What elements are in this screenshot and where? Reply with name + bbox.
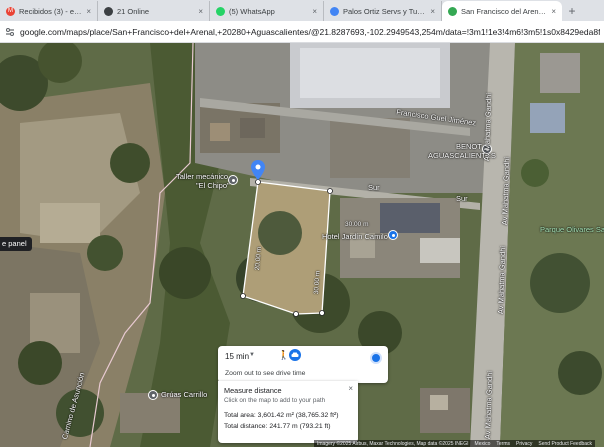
tab-title: 21 Online: [117, 6, 150, 16]
tab-whatsapp[interactable]: (5) WhatsApp ×: [210, 1, 324, 21]
map-view[interactable]: Taller mecánico "El Chipo" Francisco Gue…: [0, 43, 604, 447]
tab-maps[interactable]: San Francisco del Arenal - Goo ×: [442, 1, 562, 21]
tab-title: San Francisco del Arenal - Goo: [461, 6, 547, 16]
privacy-link[interactable]: Privacy: [516, 441, 532, 447]
drive-time[interactable]: 15 min: [225, 352, 249, 361]
map-pin-icon[interactable]: [251, 160, 265, 180]
drive-time-card: 15 min ▼ 🚶 Zoom out to see drive time: [218, 346, 388, 383]
side-panel-toggle[interactable]: e panel: [0, 237, 32, 251]
mail-icon: M: [6, 6, 15, 16]
walk-icon[interactable]: 🚶: [278, 350, 289, 361]
tab-title: (5) WhatsApp: [229, 6, 275, 16]
close-icon[interactable]: ×: [551, 7, 556, 16]
close-icon[interactable]: ×: [312, 7, 317, 16]
maps-pin-icon: [448, 6, 457, 16]
tab-palos-ortiz[interactable]: Palos Ortiz Servs y Turism in ×: [324, 1, 442, 21]
tab-gmail[interactable]: M Recibidos (3) - elena.saavedra@ ×: [0, 1, 98, 21]
url-text[interactable]: google.com/maps/place/San+Francisco+del+…: [20, 27, 600, 37]
label-taller-2[interactable]: "El Chipo": [196, 181, 230, 190]
close-icon[interactable]: ×: [86, 7, 91, 16]
tab-strip: M Recibidos (3) - elena.saavedra@ × 21 O…: [0, 0, 604, 21]
total-area: Total area: 3,601.42 m² (38,765.32 ft²): [224, 412, 339, 419]
close-icon[interactable]: ×: [430, 7, 435, 16]
whatsapp-icon: [216, 6, 225, 16]
label-segment-3: 30.00 m: [345, 221, 369, 228]
label-taller[interactable]: Taller mecánico: [176, 172, 228, 181]
map-attribution: Imagery ©2025 Airbus, Maxar Technologies…: [314, 440, 596, 447]
tab-21-online[interactable]: 21 Online ×: [98, 1, 210, 21]
chevron-down-icon[interactable]: ▼: [249, 352, 255, 358]
label-benot[interactable]: BENOT: [456, 142, 482, 151]
address-bar: google.com/maps/place/San+Francisco+del+…: [0, 21, 604, 43]
label-park[interactable]: Parque Olivares Santana: [540, 225, 604, 234]
hotel-poi-icon[interactable]: [388, 230, 398, 240]
gruas-poi-icon[interactable]: [148, 390, 158, 400]
close-icon[interactable]: ×: [198, 7, 203, 16]
car-icon[interactable]: [289, 349, 301, 361]
tab-title: Palos Ortiz Servs y Turism in: [343, 6, 426, 16]
region-link[interactable]: Mexico: [475, 441, 491, 447]
measure-subtitle: Click on the map to add to your path: [224, 397, 326, 404]
terms-link[interactable]: Terms: [496, 441, 510, 447]
imagery-credit: Imagery ©2025 Airbus, Maxar Technologies…: [317, 440, 469, 447]
label-sur-2: Sur: [456, 194, 468, 203]
measure-distance-card: Measure distance Click on the map to add…: [218, 381, 358, 443]
site-info-icon[interactable]: [4, 26, 16, 38]
drive-note: Zoom out to see drive time: [225, 370, 306, 377]
label-hotel[interactable]: Hotel Jardín Camilo: [322, 232, 388, 241]
total-distance: Total distance: 241.77 m (793.21 ft): [224, 423, 331, 430]
new-tab-button[interactable]: +: [562, 1, 582, 21]
page-icon: [330, 6, 339, 16]
label-sur-1: Sur: [368, 183, 380, 192]
close-icon[interactable]: ×: [348, 384, 353, 393]
tab-title: Recibidos (3) - elena.saavedra@: [19, 6, 82, 16]
globe-icon: [104, 6, 113, 16]
toggle-switch[interactable]: [370, 352, 382, 364]
measure-title: Measure distance: [224, 386, 282, 395]
label-gruas[interactable]: Grúas Carrillo: [161, 390, 207, 399]
feedback-link[interactable]: Send Product Feedback: [538, 441, 592, 447]
